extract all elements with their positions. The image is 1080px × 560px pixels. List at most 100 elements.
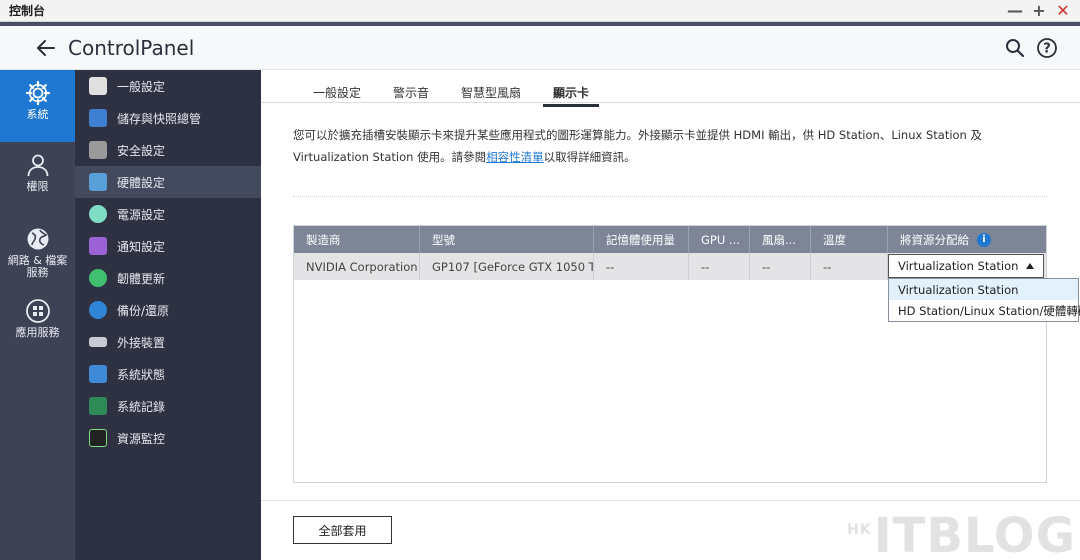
subnav-item-storage[interactable]: 儲存與快照總管 [75,102,261,134]
subnav-label: 資源監控 [117,431,166,446]
rail-item-system[interactable]: 系統 [0,70,75,142]
back-arrow-icon[interactable] [34,36,58,60]
storage-icon [89,109,107,127]
subnav-item-power[interactable]: 電源設定 [75,198,261,230]
column-header-model[interactable]: 型號 [420,226,594,253]
tab-divider [261,102,1080,103]
subnav-label: 系統記錄 [117,399,166,414]
tab-smart-fan[interactable]: 智慧型風扇 [445,84,537,104]
subnav-label: 硬體設定 [117,175,166,190]
rail-label: 系統 [26,108,49,121]
app-title: ControlPanel [68,35,195,60]
rail-label: 網路 & 檔案服務 [7,254,68,279]
apply-all-button[interactable]: 全部套用 [293,516,392,544]
bulb-icon [89,205,107,223]
watermark-text: ITBLOG [873,508,1076,560]
rail-label: 應用服務 [15,326,60,339]
info-icon[interactable]: i [977,232,991,247]
subnav-item-notification[interactable]: 通知設定 [75,230,261,262]
hardware-icon [89,173,107,191]
external-drive-icon [89,337,107,347]
column-header-temperature[interactable]: 溫度 [811,226,888,253]
backup-icon [89,301,107,319]
user-icon [27,154,48,177]
pulse-chart-icon [89,429,107,447]
search-icon[interactable] [1004,37,1026,59]
watermark-logo: HK ITBLOG [847,512,1076,560]
gear-icon [25,80,50,106]
menu-option-virtualization-station[interactable]: Virtualization Station [889,279,1078,300]
subnav-label: 系統狀態 [117,367,166,382]
log-icon [89,397,107,415]
subnav-item-hardware[interactable]: 硬體設定 [75,166,261,198]
assign-resource-select[interactable]: Virtualization Station [888,254,1044,278]
column-header-fan[interactable]: 風扇... [750,226,811,253]
rail-item-app-services[interactable]: 應用服務 [0,298,75,348]
rail-item-permissions[interactable]: 權限 [0,152,75,212]
main-nav-rail: 系統 權限 網路 & 檔案服務 應用服務 [0,70,75,560]
subnav-item-backup[interactable]: 備份/還原 [75,294,261,326]
watermark-prefix: HK [847,522,872,538]
close-button[interactable]: ✕ [1054,2,1072,20]
assign-resource-menu: Virtualization Station HD Station/Linux … [888,278,1080,322]
window-title: 控制台 [9,4,46,18]
monitor-icon [89,365,107,383]
column-header-memory-usage[interactable]: 記憶體使用量 [594,226,689,253]
tab-graphics-card[interactable]: 顯示卡 [537,84,605,107]
rail-label: 權限 [26,180,49,193]
description-part-2: 以取得詳細資訊。 [543,150,636,164]
compatibility-list-link[interactable]: 相容性清單 [486,150,544,164]
globe-icon [27,228,48,250]
subnav-label: 儲存與快照總管 [117,111,202,126]
subnav-item-security[interactable]: 安全設定 [75,134,261,166]
subnav-item-external-device[interactable]: 外接裝置 [75,326,261,358]
grid-icon [25,299,50,323]
subnav-label: 一般設定 [117,79,166,94]
cell-fan: -- [750,253,811,280]
window-titlebar: 控制台 — + ✕ [0,0,1080,22]
subnav-label: 通知設定 [117,239,166,254]
minimize-button[interactable]: — [1006,2,1024,20]
cell-temperature: -- [811,253,888,280]
cell-memory-usage: -- [594,253,689,280]
help-icon[interactable]: ? [1036,37,1058,59]
tab-bar: 一般設定 警示音 智慧型風扇 顯示卡 [297,84,605,107]
subnav-label: 備份/還原 [117,303,170,318]
header-tools: ? [1004,37,1080,59]
general-settings-icon [89,77,107,95]
system-subnav: 一般設定 儲存與快照總管 安全設定 硬體設定 電源設定 通知設定 韌體更新 備份… [75,70,261,560]
tab-alert-sound[interactable]: 警示音 [377,84,445,104]
subnav-item-system-logs[interactable]: 系統記錄 [75,390,261,422]
message-icon [89,237,107,255]
cell-gpu: -- [689,253,750,280]
description-text: 您可以於擴充插槽安裝顯示卡來提升某些應用程式的圖形運算能力。外接顯示卡並提供 H… [293,124,1043,168]
subnav-label: 電源設定 [117,207,166,222]
subnav-label: 安全設定 [117,143,166,158]
column-header-gpu[interactable]: GPU ... [689,226,750,253]
subnav-label: 外接裝置 [117,335,166,350]
footer-divider [261,500,1080,501]
subnav-item-general[interactable]: 一般設定 [75,70,261,102]
description-part-1: 您可以於擴充插槽安裝顯示卡來提升某些應用程式的圖形運算能力。外接顯示卡並提供 H… [293,128,983,164]
column-header-assign-resource[interactable]: 將資源分配給 i [888,226,1046,253]
window-controls: — + ✕ [1006,2,1080,20]
tab-general[interactable]: 一般設定 [297,84,377,104]
dotted-divider [293,196,1047,197]
subnav-item-system-status[interactable]: 系統狀態 [75,358,261,390]
cell-model: GP107 [GeForce GTX 1050 Ti] [420,253,594,280]
column-header-manufacturer[interactable]: 製造商 [294,226,420,253]
caret-up-icon [1026,263,1034,269]
column-header-assign-label: 將資源分配給 [900,232,969,247]
maximize-button[interactable]: + [1030,2,1048,20]
select-value: Virtualization Station [898,259,1019,273]
menu-option-hd-linux-station[interactable]: HD Station/Linux Station/硬體轉碼 [889,300,1080,321]
lock-icon [89,141,107,159]
firmware-update-icon [89,269,107,287]
subnav-item-firmware[interactable]: 韌體更新 [75,262,261,294]
subnav-item-resource-monitor[interactable]: 資源監控 [75,422,261,454]
app-header: ControlPanel ? [0,22,1080,70]
table-header: 製造商 型號 記憶體使用量 GPU ... 風扇... 溫度 將資源分配給 i [294,226,1046,253]
subnav-label: 韌體更新 [117,271,166,286]
rail-item-network-file-services[interactable]: 網路 & 檔案服務 [0,226,75,292]
cell-manufacturer: NVIDIA Corporation [294,253,420,280]
